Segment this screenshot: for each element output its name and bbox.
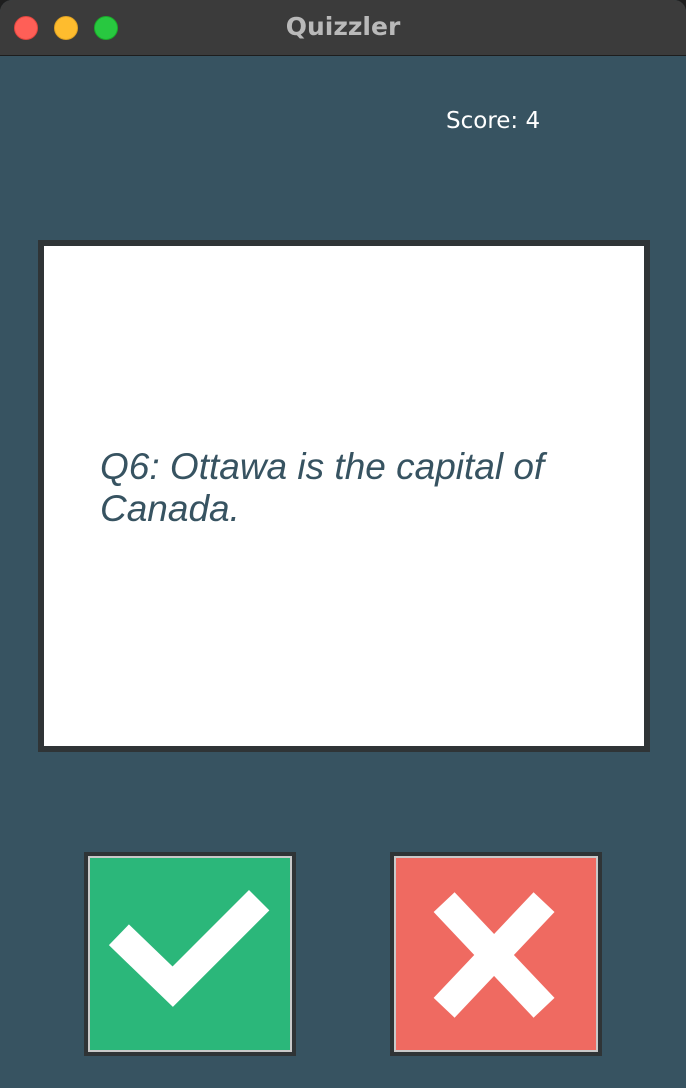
window-title: Quizzler xyxy=(285,12,401,41)
question-text: Q6: Ottawa is the capital of Canada. xyxy=(100,446,545,529)
true-button[interactable] xyxy=(84,852,296,1056)
score-label: Score: 4 xyxy=(446,108,541,134)
question-card: Q6: Ottawa is the capital of Canada. xyxy=(38,240,650,752)
false-button[interactable] xyxy=(390,852,602,1056)
check-icon xyxy=(108,890,270,1007)
quizzler-window: Quizzler Score: 4 Q6: Ottawa is the capi… xyxy=(0,0,686,1088)
x-mark-icon xyxy=(433,892,555,1018)
title-bar: Quizzler xyxy=(0,0,686,56)
